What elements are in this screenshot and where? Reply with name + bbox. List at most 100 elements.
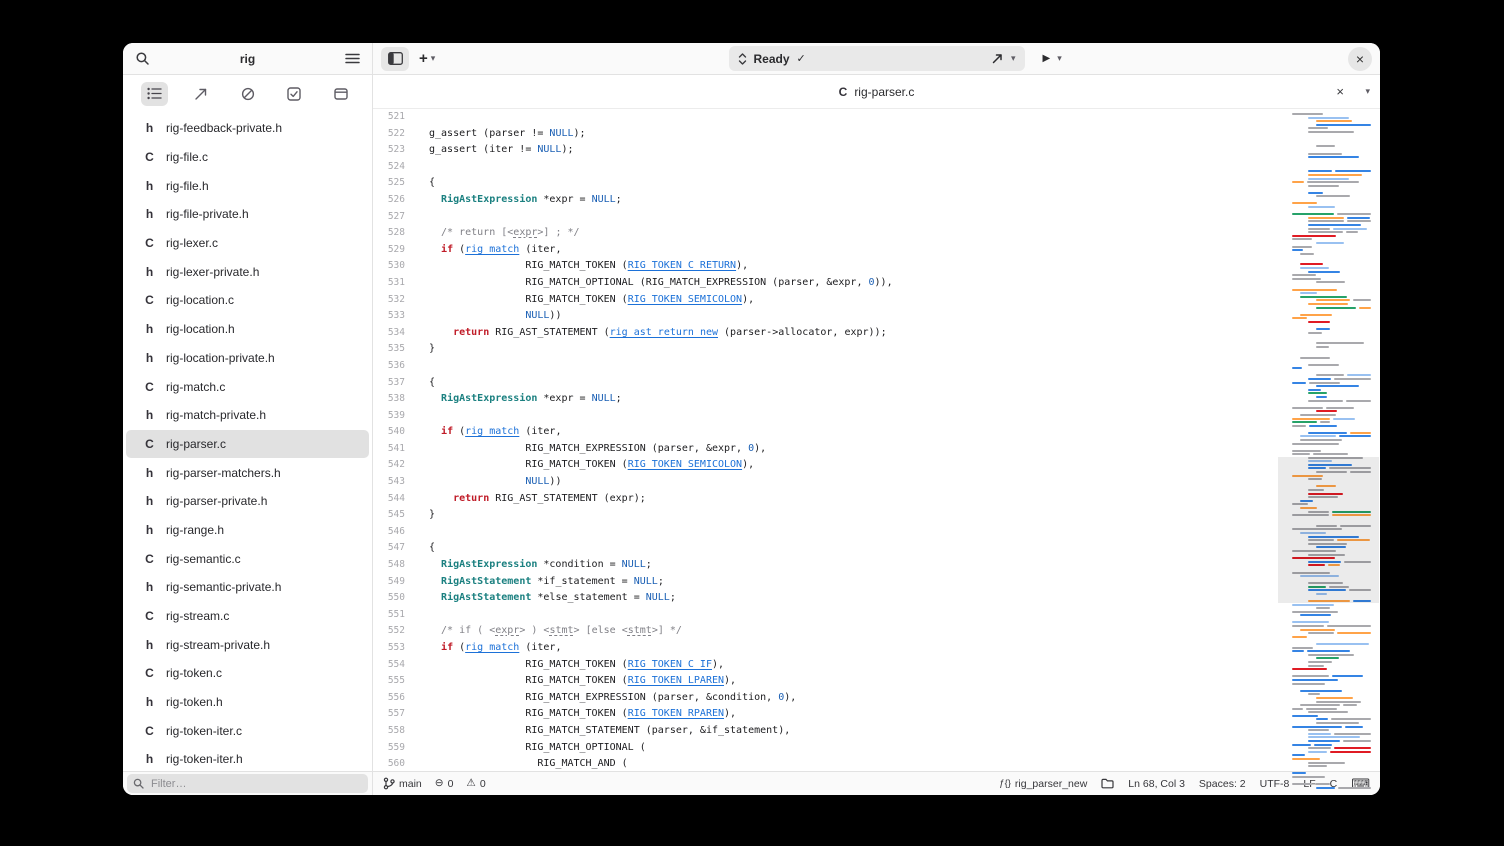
file-item[interactable]: hrig-location-private.h — [126, 344, 369, 373]
code-line[interactable]: 528 /* return [<expr>] ; */ — [373, 225, 1278, 242]
toggle-sidebar-button[interactable] — [381, 47, 409, 71]
file-item[interactable]: Crig-token-iter.c — [126, 716, 369, 745]
code-line[interactable]: 556 RIG_MATCH_EXPRESSION (parser, &condi… — [373, 690, 1278, 707]
file-item[interactable]: Crig-file.c — [126, 143, 369, 172]
file-name: rig-lexer.c — [166, 236, 218, 250]
build-menu-button[interactable]: ▾ — [991, 52, 1016, 65]
code-line[interactable]: 537{ — [373, 375, 1278, 392]
file-item[interactable]: Crig-semantic.c — [126, 544, 369, 573]
menu-icon[interactable] — [345, 52, 360, 65]
sidebar-tab-build[interactable] — [188, 82, 215, 106]
code-line[interactable]: 525{ — [373, 175, 1278, 192]
file-item[interactable]: hrig-range.h — [126, 516, 369, 545]
code-line[interactable]: 548 RigAstExpression *condition = NULL; — [373, 557, 1278, 574]
code-line[interactable]: 560 RIG_MATCH_AND ( — [373, 756, 1278, 771]
file-item[interactable]: Crig-stream.c — [126, 602, 369, 631]
code-line[interactable]: 536 — [373, 358, 1278, 375]
file-item[interactable]: Crig-lexer.c — [126, 229, 369, 258]
minimap-viewport[interactable] — [1278, 457, 1379, 603]
file-item[interactable]: hrig-feedback-private.h — [126, 114, 369, 143]
encoding[interactable]: UTF-8 — [1260, 778, 1290, 790]
search-icon[interactable] — [135, 51, 150, 66]
code-line[interactable]: 531 RIG_MATCH_OPTIONAL (RIG_MATCH_EXPRES… — [373, 275, 1278, 292]
tab-menu-button[interactable]: ▾ — [1365, 87, 1370, 96]
sidebar-tab-notes[interactable] — [327, 82, 354, 106]
file-item[interactable]: hrig-parser-matchers.h — [126, 458, 369, 487]
code-line[interactable]: 540 if (rig_match (iter, — [373, 424, 1278, 441]
error-count[interactable]: ⊖ 0 — [435, 778, 454, 790]
code-line[interactable]: 559 RIG_MATCH_OPTIONAL ( — [373, 740, 1278, 757]
code-line[interactable]: 523g_assert (iter != NULL); — [373, 142, 1278, 159]
project-folder-button[interactable] — [1101, 778, 1114, 789]
line-number: 545 — [373, 507, 405, 524]
indent-mode[interactable]: Spaces: 2 — [1199, 778, 1246, 790]
filter-field[interactable] — [127, 774, 368, 793]
code-line[interactable]: 530 RIG_MATCH_TOKEN (RIG_TOKEN_C_RETURN)… — [373, 258, 1278, 275]
code-line[interactable]: 529 if (rig_match (iter, — [373, 242, 1278, 259]
cursor-position[interactable]: Ln 68, Col 3 — [1128, 778, 1185, 790]
file-item[interactable]: hrig-semantic-private.h — [126, 573, 369, 602]
code-lines[interactable]: 521522g_assert (parser != NULL);523g_ass… — [373, 109, 1278, 771]
minimap[interactable] — [1278, 109, 1380, 771]
code-line[interactable]: 552 /* if ( <expr> ) <stmt> [else <stmt>… — [373, 623, 1278, 640]
window-close-button[interactable]: × — [1348, 47, 1372, 71]
tab-close-button[interactable]: × — [1336, 85, 1344, 98]
file-item[interactable]: hrig-location.h — [126, 315, 369, 344]
tab-title[interactable]: rig-parser.c — [854, 85, 914, 99]
branch-indicator[interactable]: main — [383, 777, 422, 790]
current-symbol[interactable]: ƒ{} rig_parser_new — [999, 778, 1087, 790]
file-item[interactable]: Crig-match.c — [126, 372, 369, 401]
code-line[interactable]: 553 if (rig_match (iter, — [373, 640, 1278, 657]
code-line[interactable]: 551 — [373, 607, 1278, 624]
file-item[interactable]: Crig-parser.c — [126, 430, 369, 459]
code-line[interactable]: 549 RigAstStatement *if_statement = NULL… — [373, 574, 1278, 591]
file-item[interactable]: hrig-token.h — [126, 688, 369, 717]
code-line[interactable]: 533 NULL)) — [373, 308, 1278, 325]
c-file-icon: C — [142, 724, 157, 738]
code-line[interactable]: 554 RIG_MATCH_TOKEN (RIG_TOKEN_C_IF), — [373, 657, 1278, 674]
code-line[interactable]: 558 RIG_MATCH_STATEMENT (parser, &if_sta… — [373, 723, 1278, 740]
filter-input[interactable] — [149, 777, 362, 791]
code-line[interactable]: 521 — [373, 109, 1278, 126]
file-item[interactable]: hrig-file-private.h — [126, 200, 369, 229]
code-line[interactable]: 534 return RIG_AST_STATEMENT (rig_ast_re… — [373, 325, 1278, 342]
file-name: rig-location.c — [166, 293, 234, 307]
file-name: rig-feedback-private.h — [166, 121, 282, 135]
code-line[interactable]: 543 NULL)) — [373, 474, 1278, 491]
code-line[interactable]: 546 — [373, 524, 1278, 541]
code-line[interactable]: 524 — [373, 159, 1278, 176]
sidebar-tab-todo[interactable] — [281, 82, 308, 106]
code-line[interactable]: 538 RigAstExpression *expr = NULL; — [373, 391, 1278, 408]
file-item[interactable]: hrig-file.h — [126, 171, 369, 200]
file-item[interactable]: hrig-parser-private.h — [126, 487, 369, 516]
code-line[interactable]: 545} — [373, 507, 1278, 524]
code-line[interactable]: 541 RIG_MATCH_EXPRESSION (parser, &expr,… — [373, 441, 1278, 458]
code-line[interactable]: 547{ — [373, 540, 1278, 557]
c-file-icon: C — [142, 293, 157, 307]
warning-count[interactable]: ⚠ 0 — [466, 778, 485, 790]
code-line[interactable]: 527 — [373, 209, 1278, 226]
run-button-group[interactable]: ▶ ▾ — [1043, 53, 1062, 64]
file-item[interactable]: hrig-token-iter.h — [126, 745, 369, 771]
code-line[interactable]: 550 RigAstStatement *else_statement = NU… — [373, 590, 1278, 607]
code-line[interactable]: 539 — [373, 408, 1278, 425]
code-line[interactable]: 535} — [373, 341, 1278, 358]
new-tab-button[interactable]: + ▾ — [419, 51, 435, 66]
file-item[interactable]: hrig-stream-private.h — [126, 630, 369, 659]
code-line[interactable]: 526 RigAstExpression *expr = NULL; — [373, 192, 1278, 209]
code-line[interactable]: 522g_assert (parser != NULL); — [373, 126, 1278, 143]
file-item[interactable]: Crig-location.c — [126, 286, 369, 315]
c-file-icon: C — [142, 236, 157, 250]
code-line[interactable]: 532 RIG_MATCH_TOKEN (RIG_TOKEN_SEMICOLON… — [373, 292, 1278, 309]
sidebar-tab-diagnostics[interactable] — [234, 82, 261, 106]
file-item[interactable]: hrig-match-private.h — [126, 401, 369, 430]
code-line[interactable]: 542 RIG_MATCH_TOKEN (RIG_TOKEN_SEMICOLON… — [373, 457, 1278, 474]
sidebar-tab-project-tree[interactable] — [141, 82, 168, 106]
code-line[interactable]: 544 return RIG_AST_STATEMENT (expr); — [373, 491, 1278, 508]
file-item[interactable]: Crig-token.c — [126, 659, 369, 688]
diagnostics-icon — [241, 87, 255, 101]
build-status-button[interactable]: Ready ✓ ▾ — [729, 46, 1025, 71]
code-line[interactable]: 555 RIG_MATCH_TOKEN (RIG_TOKEN_LPAREN), — [373, 673, 1278, 690]
file-item[interactable]: hrig-lexer-private.h — [126, 257, 369, 286]
code-line[interactable]: 557 RIG_MATCH_TOKEN (RIG_TOKEN_RPAREN), — [373, 706, 1278, 723]
